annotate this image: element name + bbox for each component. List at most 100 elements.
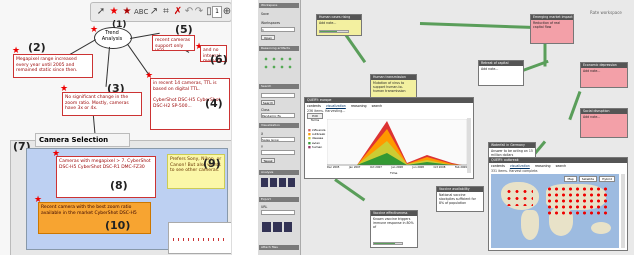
star-icon[interactable]: ★ (121, 6, 133, 18)
x-axis-label: X (261, 132, 264, 136)
attach-section-header: Attach files (259, 245, 299, 250)
card-vaccine-availability[interactable]: Vaccine availability National vaccine st… (436, 186, 484, 212)
annotation-canvas: ➚ ★ ★ ABC ↗ ⌗ ✗ ↶ ↷ ▯ 1 ⊕ Trend Analysis… (0, 0, 232, 255)
landmass (521, 210, 539, 240)
query-outbreak-window[interactable]: QUERY: outbreak contents visualization r… (488, 157, 628, 251)
workspace-section-header: Workspace (259, 3, 299, 8)
query-europe-window[interactable]: QUERY: europe contents visualization rea… (304, 97, 474, 179)
tweak-button[interactable]: Tweak (261, 158, 275, 163)
scrollbar[interactable] (467, 118, 471, 173)
map-tab-satellite[interactable]: Satellite (578, 176, 598, 182)
card-note[interactable]: Add note... (581, 114, 627, 120)
card-note[interactable]: Mutation of virus to support human-to-hu… (371, 80, 416, 94)
export-icons[interactable] (262, 222, 292, 232)
note-usb-support: recent cameras support only USB. (152, 35, 195, 51)
card-social-disruption[interactable]: Social disruption Add note... (580, 108, 628, 138)
workspaces-label: Workspaces (261, 21, 281, 25)
camera-selection-title: Camera Selection (35, 133, 130, 147)
export-section-header: Export (259, 197, 299, 202)
class-label: Class (261, 108, 270, 112)
label-9: (9) (203, 157, 221, 170)
search-button[interactable]: Search (261, 100, 275, 105)
pointer-icon[interactable]: ➚ (95, 6, 107, 18)
card-note[interactable]: Known vaccine triggers immune response i… (371, 216, 417, 230)
scrollbar[interactable] (621, 174, 625, 248)
next-page-icon[interactable]: ⊕ (221, 6, 231, 18)
trend-analysis-label: Trend Analysis (101, 30, 123, 42)
stacked-area-chart (327, 119, 467, 166)
card-title: Emerging market impact (531, 15, 573, 20)
card-emerging-market[interactable]: Emerging market impact Reduction of real… (530, 14, 574, 44)
note-megapixel-range: Megapixel range increased every year unt… (13, 54, 93, 78)
card-human-cases[interactable]: Human cases rising Add note... (316, 14, 362, 36)
card-note[interactable]: Add note... (479, 66, 523, 72)
card-economic-depression[interactable]: Economic depression Add note... (580, 62, 628, 88)
url-input[interactable] (261, 210, 295, 215)
note-best-zoom: Recent camera with the best zoom ratio a… (38, 202, 151, 234)
tab-visualization[interactable]: visualization (510, 164, 530, 168)
tab-contents[interactable]: contents (307, 104, 321, 108)
reasoning-icons (262, 55, 294, 71)
progress-bar (319, 30, 349, 33)
outbreak-markers (505, 188, 533, 206)
x-tick: Oct 2007 (369, 166, 382, 169)
workspace-brand: Rate workspace (590, 10, 622, 15)
label-5: (5) (175, 23, 193, 36)
card-retreat-capital[interactable]: Retreat of capital Add note... (478, 60, 524, 86)
text-tool-icon[interactable]: ABC (134, 6, 148, 18)
card-note[interactable]: Reduction of real capital flow (531, 20, 573, 30)
arrow-tool-icon[interactable]: ↗ (148, 6, 160, 18)
outbreak-markers (546, 186, 608, 216)
analysis-tool-icons[interactable] (261, 178, 296, 187)
visualization-section-header: Visualization (259, 123, 299, 128)
x-tick: Jan 2007 (349, 166, 361, 169)
x-axis-ticks: Dec 2005 Jan 2007 Oct 2007 Jan 2008 Jun … (327, 166, 467, 169)
x-tick: Feb 2009 (454, 166, 467, 169)
workspace-select[interactable]: 1 (261, 27, 295, 32)
workspace-sidebar: Workspace Save Workspaces 1 Open Reasoni… (258, 0, 301, 255)
y-axis-select[interactable] (261, 150, 295, 155)
tab-contents[interactable]: contents (491, 164, 505, 168)
world-map[interactable] (491, 174, 619, 248)
label-8: (8) (110, 179, 128, 192)
tab-reasoning[interactable]: reasoning (351, 104, 367, 108)
card-note[interactable]: Add note... (581, 68, 627, 74)
query-status: 331 items. Harvest complete. (491, 169, 539, 173)
legend-human: human (311, 144, 323, 149)
card-vaccine-effectiveness[interactable]: Vaccine effectiveness Known vaccine trig… (370, 210, 418, 248)
label-10: (10) (105, 219, 131, 232)
note-ttl-text: in recent 14 cameras, TTL is based on di… (153, 81, 217, 92)
window-title: QUERY: europe (305, 98, 473, 103)
timeline-points (173, 238, 228, 241)
tab-search[interactable]: search (556, 164, 567, 168)
label-6: (6) (210, 53, 228, 66)
open-button[interactable]: Open (261, 35, 275, 40)
tab-visualization[interactable]: visualization (326, 104, 346, 108)
analysis-section-header: Analysis (259, 170, 299, 175)
card-note[interactable]: Add note... (317, 20, 361, 26)
tab-reasoning[interactable]: reasoning (535, 164, 551, 168)
x-axis-select[interactable]: Sales Grow (261, 137, 295, 142)
window-title: QUERY: outbreak (489, 158, 627, 163)
edit-terms-button[interactable]: Edit Terms (307, 113, 323, 122)
map-type-tabs: Map Satellite Hybrid (564, 176, 615, 182)
label-4: (4) (205, 97, 223, 110)
x-tick: Dec 2005 (327, 166, 340, 169)
save-button[interactable]: Save (261, 12, 269, 16)
crop-icon[interactable]: ⌗ (160, 6, 172, 18)
label-2: (2) (28, 41, 46, 54)
search-section-header: Search (259, 84, 299, 89)
url-label: URL (261, 205, 268, 209)
class-select[interactable]: Pandemic flu (261, 113, 295, 118)
x-tick: Jun 2008 (412, 166, 424, 169)
progress-bar (373, 242, 403, 245)
map-tab-hybrid[interactable]: Hybrid (599, 176, 615, 182)
note-zoom-ratio: No significant change in the zoom ratio.… (62, 92, 142, 116)
note-megapixel-filter: Cameras with megapixel > 7. CyberShot DS… (56, 156, 156, 198)
map-tab-map[interactable]: Map (564, 176, 577, 182)
star-icon[interactable]: ★ (108, 6, 120, 18)
label-1: (1) (112, 20, 127, 30)
tab-search[interactable]: search (372, 104, 383, 108)
search-input[interactable] (261, 93, 295, 98)
card-note[interactable]: National vaccine stockpiles sufficient f… (437, 192, 483, 206)
